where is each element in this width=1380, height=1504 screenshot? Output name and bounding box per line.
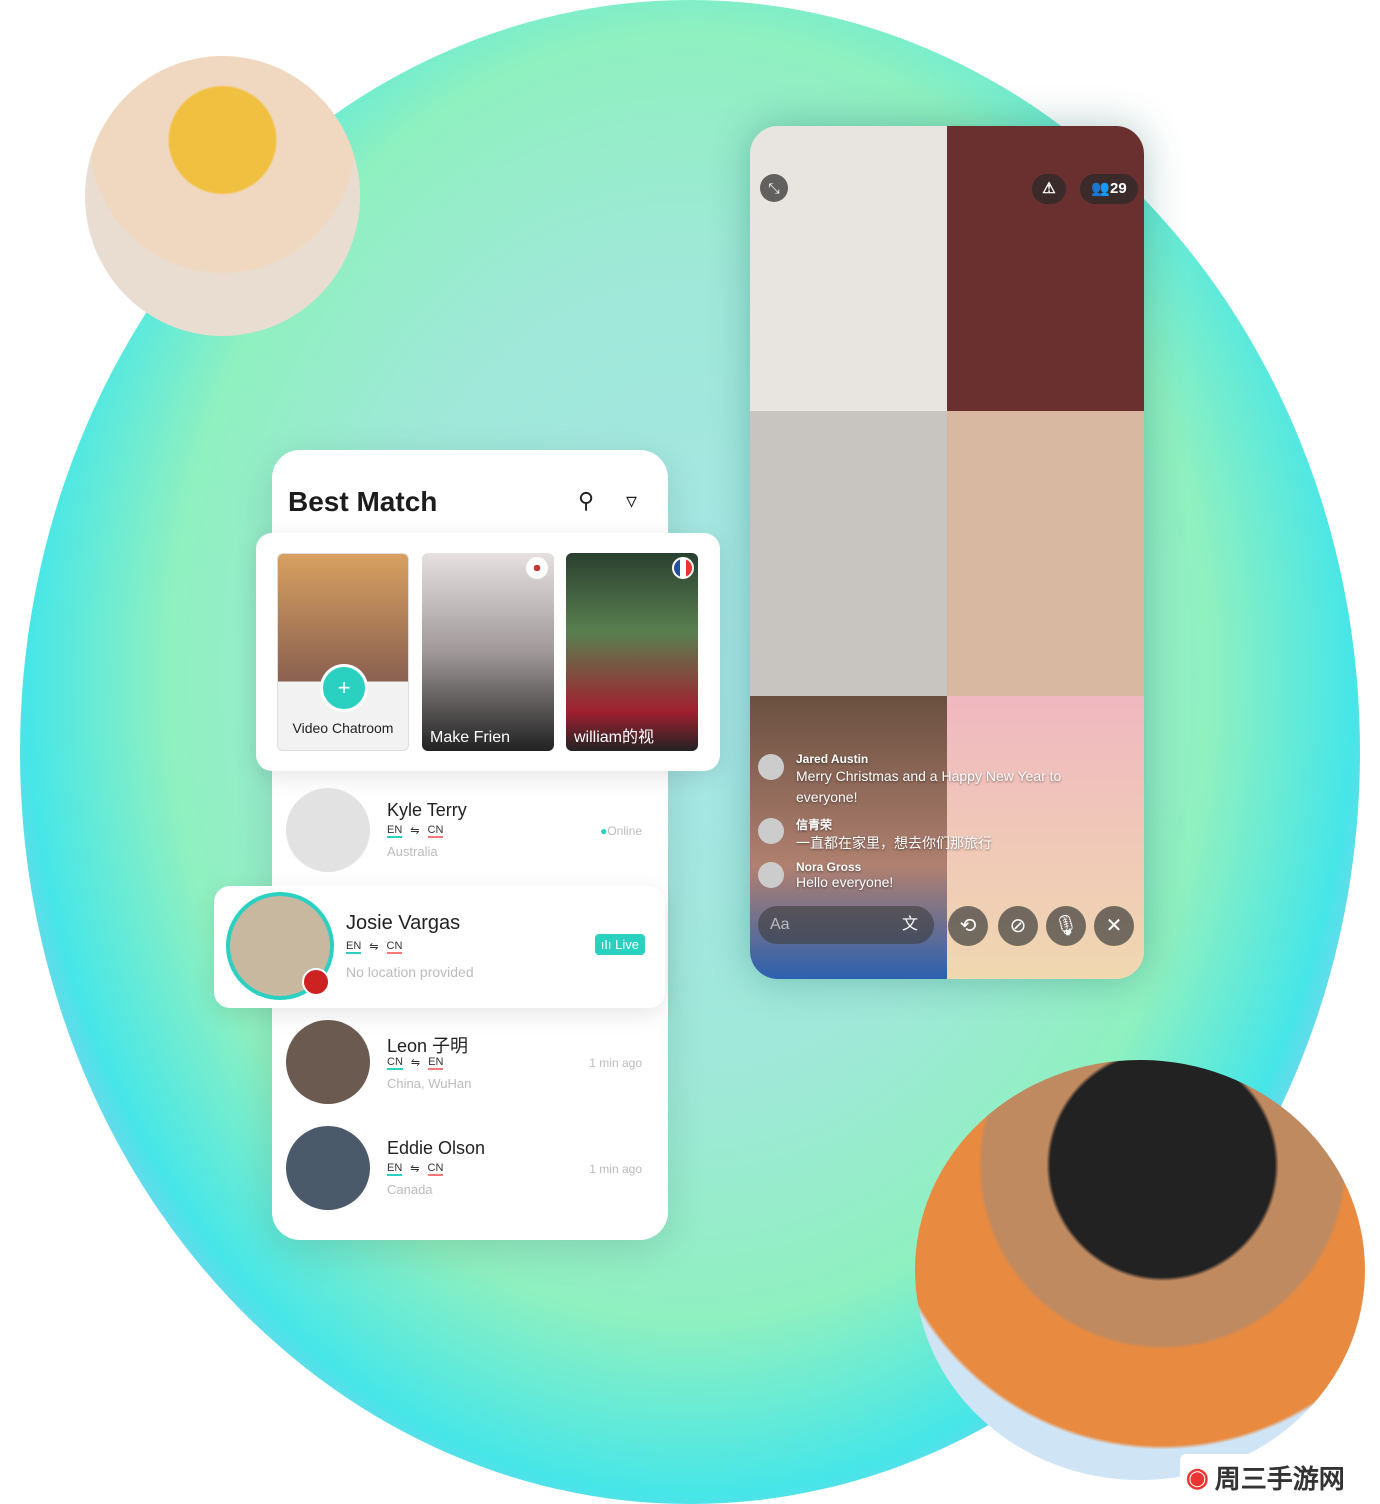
user-row-highlighted[interactable]: Josie Vargas EN ⇋ CN No location provided …	[214, 886, 665, 1008]
user-location: Australia	[387, 844, 438, 859]
page-title: Best Match	[288, 486, 438, 517]
match-carousel: + Video Chatroom Make Frien william的视	[256, 533, 720, 771]
user-row[interactable]: Eddie Olson EN ⇋ CN Canada 1 min ago	[272, 1118, 668, 1218]
card-label: Video Chatroom	[292, 720, 394, 736]
status-online: ●Online	[600, 824, 642, 838]
avatar	[758, 862, 784, 888]
message-text: Hello everyone!	[796, 874, 894, 890]
chat-message: Nora Gross Hello everyone!	[758, 860, 893, 890]
watermark-logo: ◉ 周三手游网	[1180, 1454, 1376, 1500]
video-tile	[947, 126, 1144, 411]
avatar	[758, 754, 784, 780]
avatar	[758, 818, 784, 844]
search-icon[interactable]: ⚲	[578, 488, 594, 514]
video-chatroom-card[interactable]: + Video Chatroom	[277, 553, 409, 751]
video-tile	[750, 411, 947, 696]
language-pair: EN ⇋ CN	[387, 1162, 444, 1176]
lang-to: CN	[427, 1162, 444, 1176]
flip-camera-button[interactable]: ⟲	[948, 906, 988, 946]
user-name: Josie Vargas	[346, 912, 461, 934]
message-user: Jared Austin	[796, 752, 869, 766]
lang-from: CN	[387, 1056, 403, 1070]
user-location: China, WuHan	[387, 1076, 472, 1091]
video-add-icon: +	[320, 664, 368, 712]
lang-from: EN	[387, 824, 403, 838]
room-card[interactable]: Make Frien	[422, 553, 554, 751]
message-user: 信青荣	[796, 818, 833, 832]
video-tile	[947, 411, 1144, 696]
lang-from: EN	[346, 940, 362, 954]
live-label: Live	[615, 937, 639, 952]
avatar	[286, 1126, 370, 1210]
flag-kr-icon	[526, 557, 548, 579]
report-button[interactable]: ⚠	[1032, 174, 1066, 204]
user-location: No location provided	[346, 964, 474, 980]
lang-to: CN	[427, 824, 444, 838]
avatar	[286, 788, 370, 872]
user-name: Eddie Olson	[387, 1138, 486, 1158]
user-row[interactable]: Kyle Terry EN ⇋ CN Australia ●Online	[272, 780, 668, 880]
filter-icon[interactable]: ▿	[626, 488, 637, 514]
translate-icon[interactable]: 文	[902, 906, 918, 944]
chat-input[interactable]: Aa 文	[758, 906, 934, 944]
user-name: Kyle Terry	[387, 800, 467, 820]
minimize-icon[interactable]: ⤡	[760, 174, 788, 202]
last-seen: 1 min ago	[589, 1162, 642, 1176]
card-label: Make Frien	[430, 729, 511, 746]
message-text: Merry Christmas and a Happy New Year to …	[796, 768, 1062, 805]
lang-to: EN	[428, 1056, 444, 1070]
watermark-swirl-icon: ◉	[1186, 1461, 1209, 1492]
last-seen: 1 min ago	[589, 1056, 642, 1070]
camera-off-button[interactable]: ⊘	[998, 906, 1038, 946]
lang-from: EN	[387, 1162, 403, 1176]
watermark-text: 周三手游网	[1214, 1463, 1345, 1494]
flag-gb-icon	[302, 968, 330, 996]
status-text: Online	[607, 824, 642, 838]
language-pair: EN ⇋ CN	[346, 940, 403, 954]
room-card[interactable]: william的视	[566, 553, 698, 751]
participants-badge[interactable]: 👥29	[1080, 174, 1138, 204]
live-badge[interactable]: ıIı Live	[594, 934, 645, 955]
close-button[interactable]: ✕	[1094, 906, 1134, 946]
flag-fr-icon	[672, 557, 694, 579]
decorative-photo-woman-yellow-hat	[85, 56, 360, 336]
language-pair: CN ⇋ EN	[387, 1056, 444, 1070]
card-label: william的视	[574, 729, 655, 746]
avatar	[286, 1020, 370, 1104]
message-text: 一直都在家里，想去你们那旅行	[796, 835, 992, 851]
chat-message: 信青荣一直都在家里，想去你们那旅行	[758, 816, 992, 853]
user-name: Leon 子明	[387, 1036, 469, 1056]
chat-message: Jared Austin Merry Christmas and a Happy …	[758, 752, 1096, 808]
video-tile	[750, 126, 947, 411]
message-user: Nora Gross	[796, 860, 862, 874]
lang-to: CN	[386, 940, 403, 954]
decorative-photo-woman-afro	[915, 1060, 1365, 1480]
video-room-phone: ⤡ ⚠ 👥29 Jared Austin Merry Christmas and …	[750, 126, 1144, 979]
participant-count: 29	[1110, 180, 1127, 197]
language-pair: EN ⇋ CN	[387, 824, 444, 838]
mic-off-button[interactable]: 🎙	[1046, 906, 1086, 946]
user-row[interactable]: Leon 子明 CN ⇋ EN China, WuHan 1 min ago	[272, 1012, 668, 1112]
input-placeholder: Aa	[770, 916, 790, 933]
user-location: Canada	[387, 1182, 433, 1197]
